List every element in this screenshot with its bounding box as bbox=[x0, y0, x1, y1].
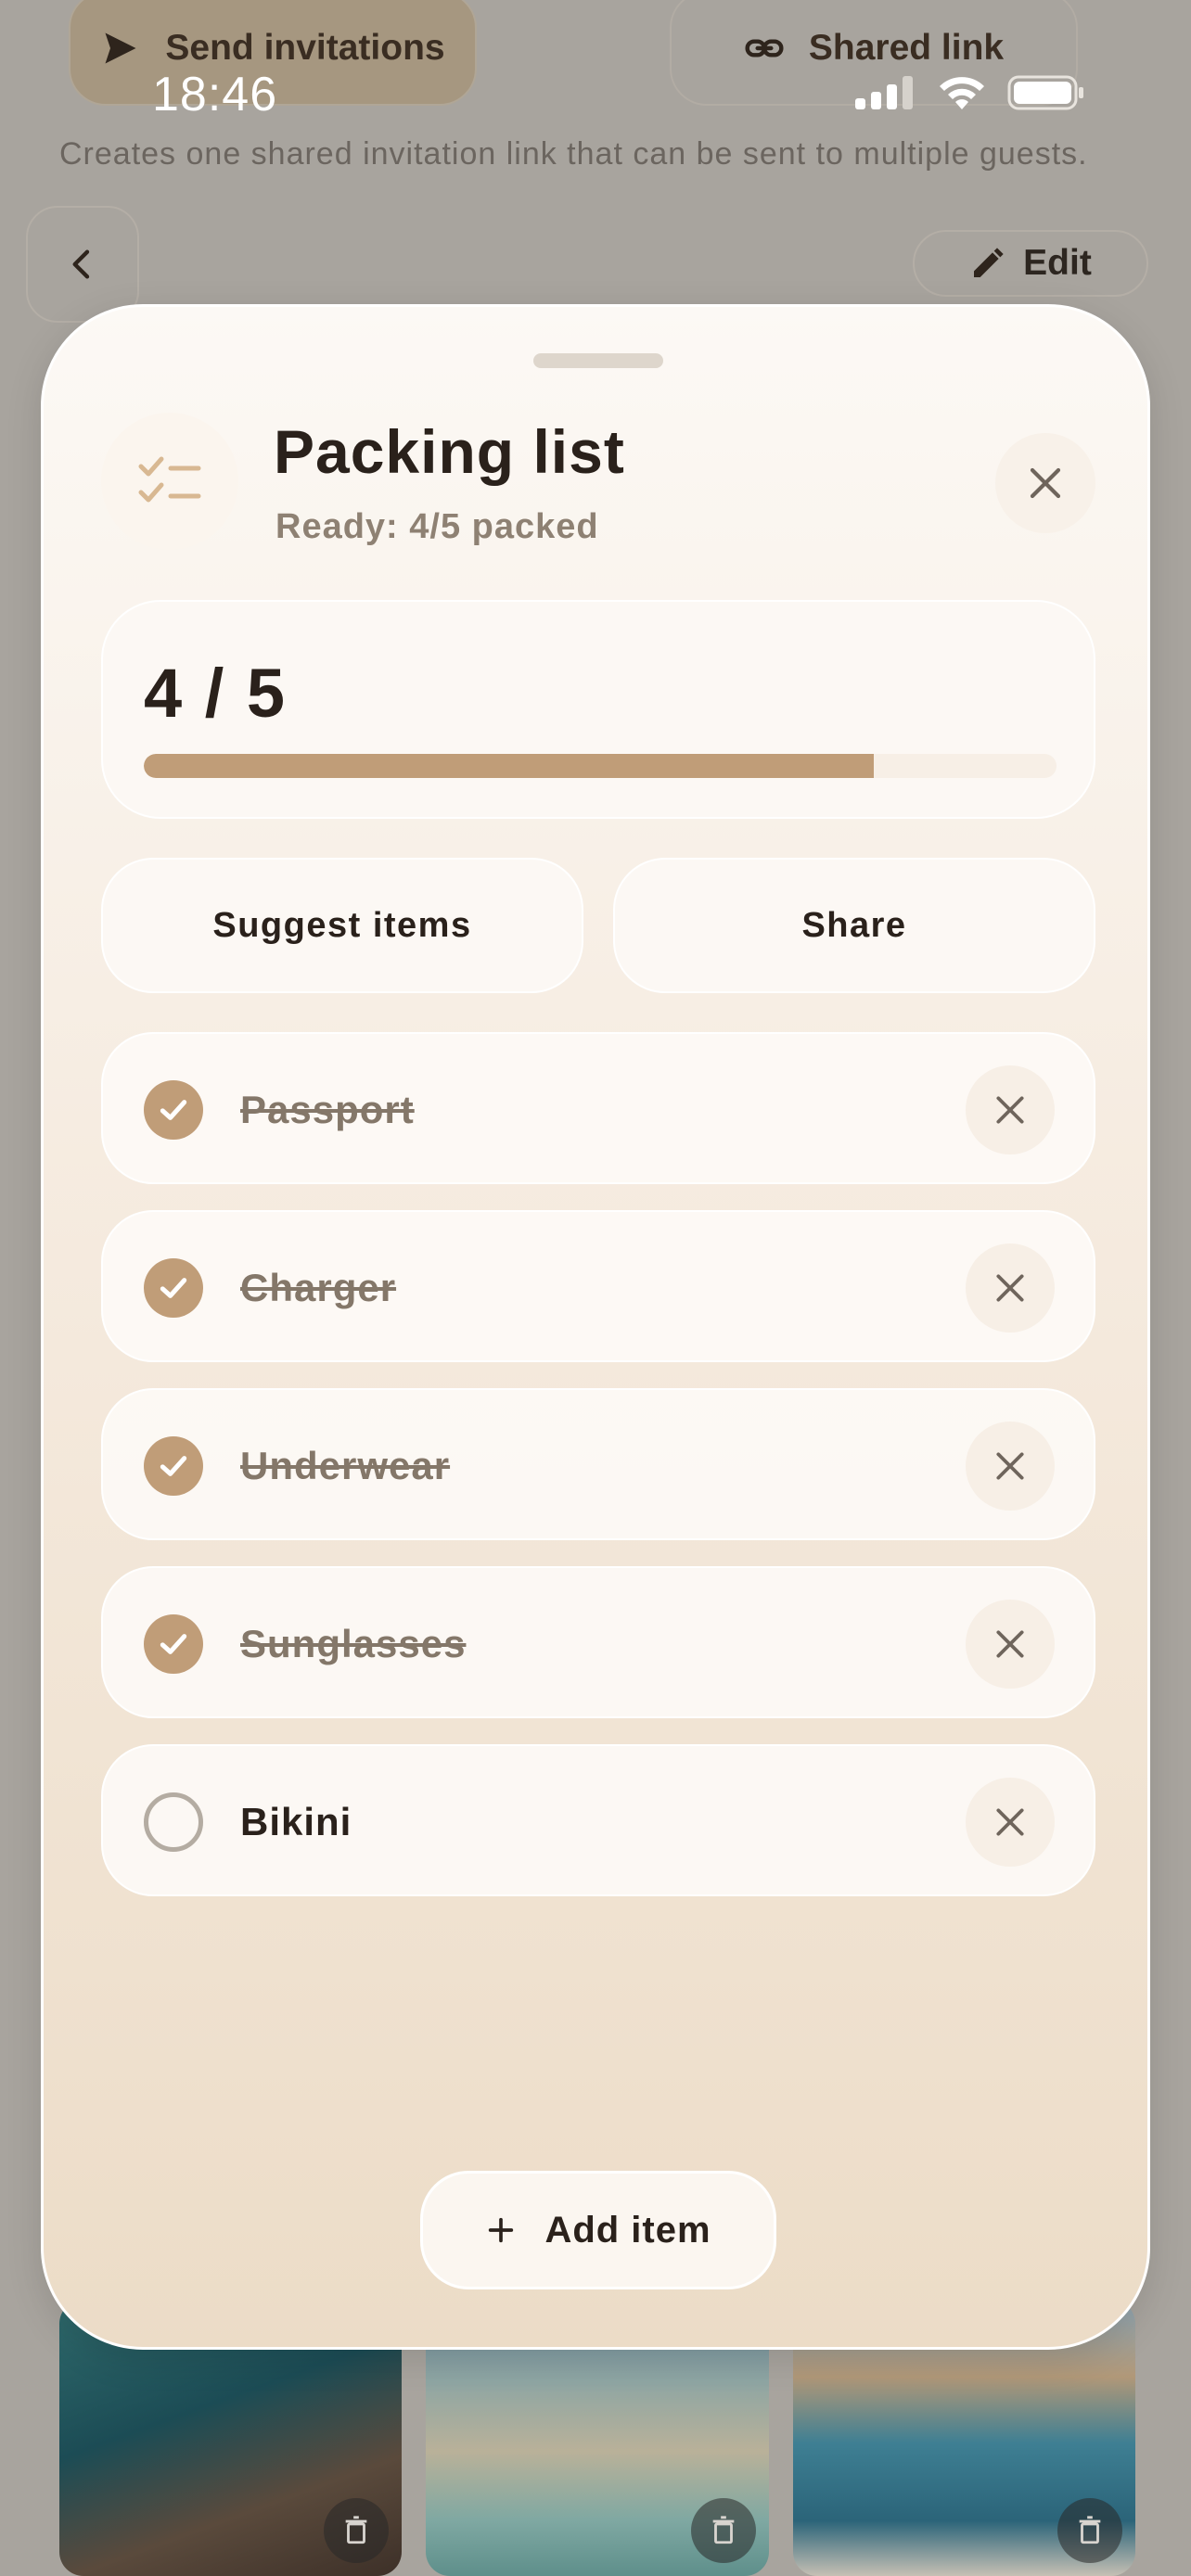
checked-checkbox[interactable] bbox=[144, 1614, 203, 1674]
close-button[interactable] bbox=[995, 433, 1095, 533]
add-item-label: Add item bbox=[544, 2209, 711, 2251]
sheet-title: Packing list bbox=[274, 417, 625, 486]
paper-plane-icon bbox=[105, 32, 136, 64]
link-icon bbox=[745, 39, 784, 57]
signal-icon bbox=[855, 76, 913, 109]
trash-icon bbox=[1057, 2498, 1122, 2563]
battery-icon bbox=[1007, 75, 1083, 110]
send-invitations-label: Send invitations bbox=[165, 28, 445, 68]
checked-checkbox[interactable] bbox=[144, 1258, 203, 1318]
wifi-icon bbox=[940, 77, 984, 109]
packing-item-label: Passport bbox=[240, 1088, 415, 1131]
status-icons bbox=[855, 74, 1085, 111]
packing-item[interactable]: Bikini bbox=[101, 1744, 1095, 1896]
remove-item-button[interactable] bbox=[966, 1243, 1055, 1333]
trash-icon bbox=[324, 2498, 390, 2563]
packing-item-label: Bikini bbox=[240, 1800, 352, 1843]
checked-checkbox[interactable] bbox=[144, 1080, 203, 1140]
packing-list-sheet: Packing list Ready: 4/5 packed 4 / 5 Sug… bbox=[41, 304, 1150, 2350]
checklist-icon bbox=[101, 413, 238, 550]
checkmark-icon bbox=[160, 1456, 187, 1476]
progress-count: 4 / 5 bbox=[144, 655, 287, 732]
packing-item-label: Charger bbox=[240, 1266, 397, 1309]
checkmark-icon bbox=[160, 1100, 187, 1120]
remove-item-button[interactable] bbox=[966, 1422, 1055, 1511]
x-icon bbox=[996, 1274, 1024, 1302]
checked-checkbox[interactable] bbox=[144, 1436, 203, 1496]
progress-bar-fill bbox=[144, 754, 875, 778]
invitation-description: Creates one shared invitation link that … bbox=[59, 136, 1088, 172]
share-button[interactable]: Share bbox=[613, 858, 1095, 993]
suggest-items-button[interactable]: Suggest items bbox=[101, 858, 583, 993]
progress-card: 4 / 5 bbox=[101, 600, 1095, 819]
checkmark-icon bbox=[160, 1278, 187, 1298]
packing-item-label: Underwear bbox=[240, 1444, 451, 1487]
edit-label: Edit bbox=[1023, 243, 1092, 283]
remove-item-button[interactable] bbox=[966, 1600, 1055, 1689]
remove-item-button[interactable] bbox=[966, 1065, 1055, 1154]
packing-item[interactable]: Passport bbox=[101, 1032, 1095, 1184]
x-icon bbox=[996, 1096, 1024, 1124]
x-icon bbox=[996, 1452, 1024, 1480]
pencil-icon bbox=[974, 248, 1004, 277]
add-item-button[interactable]: Add item bbox=[420, 2171, 776, 2289]
packing-item-label: Sunglasses bbox=[240, 1622, 467, 1665]
trash-icon bbox=[690, 2498, 756, 2563]
plus-icon bbox=[489, 2217, 514, 2243]
x-icon bbox=[996, 1630, 1024, 1658]
checkmark-icon bbox=[160, 1634, 187, 1654]
x-icon bbox=[996, 1808, 1024, 1836]
chevron-left-icon bbox=[72, 249, 90, 279]
sheet-subtitle: Ready: 4/5 packed bbox=[275, 507, 599, 546]
remove-item-button[interactable] bbox=[966, 1778, 1055, 1867]
close-icon bbox=[1030, 467, 1061, 499]
edit-button: Edit bbox=[913, 230, 1148, 297]
packing-item[interactable]: Underwear bbox=[101, 1388, 1095, 1540]
sheet-grabber[interactable] bbox=[533, 353, 663, 368]
shared-link-label: Shared link bbox=[808, 28, 1005, 68]
status-time: 18:46 bbox=[152, 68, 278, 121]
unchecked-checkbox[interactable] bbox=[144, 1792, 203, 1852]
packing-item[interactable]: Sunglasses bbox=[101, 1566, 1095, 1718]
packing-item[interactable]: Charger bbox=[101, 1210, 1095, 1362]
progress-bar bbox=[144, 754, 1057, 778]
